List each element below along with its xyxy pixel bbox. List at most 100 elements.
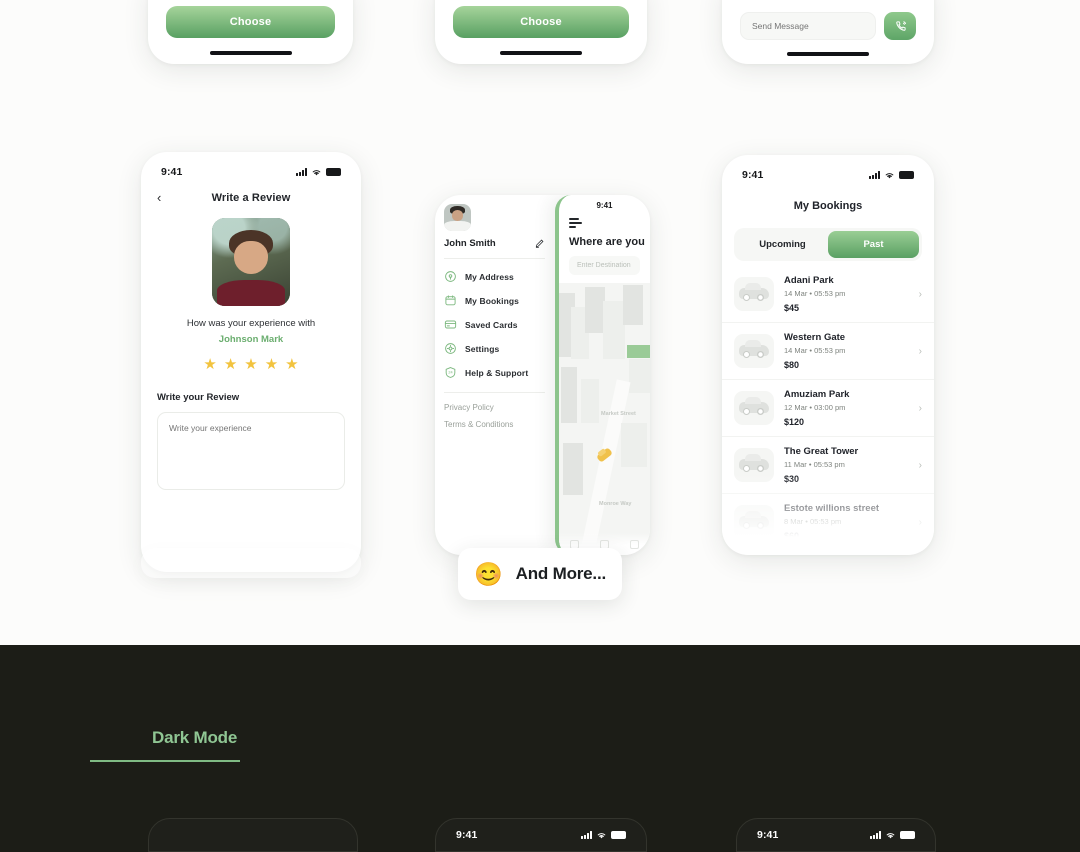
gear-icon	[445, 343, 456, 354]
review-header: ‹ Write a Review	[141, 183, 361, 204]
booking-name: Amuziam Park	[784, 389, 850, 400]
booking-price: $45	[784, 303, 800, 313]
menu-item-saved-cards[interactable]: Saved Cards	[444, 318, 555, 331]
map-status-time: 9:41	[596, 201, 613, 210]
home-indicator	[209, 51, 292, 55]
menu-item-help-support[interactable]: 24 Help & Support	[444, 366, 555, 379]
booking-price: $120	[784, 417, 805, 427]
home-indicator	[500, 51, 582, 55]
page-title: My Bookings	[793, 200, 863, 212]
status-time: 9:41	[161, 166, 183, 178]
chevron-right-icon[interactable]: ›	[919, 403, 922, 414]
stacked-card-shadow	[141, 548, 361, 578]
review-textarea[interactable]	[157, 412, 345, 490]
privacy-policy-link[interactable]: Privacy Policy	[444, 403, 555, 412]
status-time: 9:41	[742, 169, 764, 181]
menu-item-settings[interactable]: Settings	[444, 342, 555, 355]
hamburger-icon[interactable]	[569, 218, 582, 228]
menu-item-my-address[interactable]: My Address	[444, 270, 555, 283]
send-message-input[interactable]	[740, 12, 876, 40]
avatar[interactable]	[444, 204, 471, 231]
table-row[interactable]: Estote willions street 8 Mar • 05:53 pm …	[722, 494, 934, 551]
bookings-tab-toggle: Upcoming Past	[734, 228, 922, 261]
signal-icon	[869, 171, 880, 179]
star-icon[interactable]: ★	[265, 357, 278, 372]
choose-button[interactable]: Choose	[453, 6, 629, 38]
car-thumbnail	[734, 391, 774, 425]
status-bar: 9:41	[436, 819, 646, 841]
table-row[interactable]: The Great Tower 11 Mar • 05:53 pm $30 ›	[722, 437, 934, 494]
screenshot-stage: Choose Choose Premium Car White Color	[0, 0, 1080, 852]
choose-button[interactable]: Choose	[166, 6, 335, 38]
car-thumbnail	[734, 448, 774, 482]
map-title: Where are you	[569, 235, 645, 248]
battery-icon	[326, 168, 341, 176]
star-icon[interactable]: ★	[203, 357, 216, 372]
tab-upcoming[interactable]: Upcoming	[737, 231, 828, 258]
profile-tab-icon[interactable]	[630, 539, 640, 549]
review-question: How was your experience with	[186, 318, 316, 329]
wifi-icon	[597, 832, 606, 838]
terms-conditions-link[interactable]: Terms & Conditions	[444, 420, 555, 429]
divider	[444, 392, 545, 393]
and-more-label: And More...	[515, 564, 607, 583]
booking-meta: 14 Mar • 05:53 pm	[784, 346, 846, 355]
status-time: 9:41	[456, 829, 478, 841]
battery-icon	[899, 171, 914, 179]
destination-placeholder: Enter Destination	[577, 261, 631, 269]
menu-item-my-bookings[interactable]: My Bookings	[444, 294, 555, 307]
signal-icon	[870, 831, 881, 839]
menu-list: My Address My Bookings Saved Cards Setti…	[444, 270, 555, 379]
user-name: John Smith	[444, 238, 496, 249]
signal-icon	[581, 831, 592, 839]
top-phone-choose-1: Choose	[148, 0, 353, 64]
table-row[interactable]: Amuziam Park 12 Mar • 03:00 pm $120 ›	[722, 380, 934, 437]
status-bar: 9:41	[737, 819, 935, 841]
status-bar: 9:41	[722, 164, 934, 186]
divider	[444, 258, 545, 259]
car-thumbnail	[734, 334, 774, 368]
car-thumbnail	[734, 277, 774, 311]
battery-icon	[611, 831, 626, 839]
page-title: Write a Review	[211, 191, 291, 204]
star-rating[interactable]: ★ ★ ★ ★ ★	[141, 357, 361, 372]
top-phone-choose-2: Choose	[435, 0, 647, 64]
chevron-right-icon[interactable]: ›	[919, 517, 922, 528]
street-label: Monroe Way	[599, 501, 632, 507]
driver-name: Johnson Mark	[218, 334, 284, 345]
star-icon[interactable]: ★	[244, 357, 257, 372]
section-title: Dark Mode	[152, 728, 238, 747]
star-icon[interactable]: ★	[285, 357, 298, 372]
review-section-label: Write your Review	[157, 392, 240, 403]
menu-item-label: My Address	[465, 271, 514, 282]
chevron-right-icon[interactable]: ›	[919, 289, 922, 300]
menu-item-label: Help & Support	[465, 367, 529, 378]
tab-past[interactable]: Past	[828, 231, 919, 258]
booking-price: $60	[784, 531, 800, 541]
table-row[interactable]: Adani Park 14 Mar • 05:53 pm $45 ›	[722, 266, 934, 323]
wifi-icon	[886, 832, 895, 838]
star-icon[interactable]: ★	[224, 357, 237, 372]
wifi-icon	[885, 172, 894, 178]
status-time: 9:41	[757, 829, 779, 841]
svg-text:24: 24	[448, 371, 452, 375]
wifi-icon	[312, 169, 321, 175]
pencil-edit-icon[interactable]	[534, 238, 545, 249]
dark-phone-3: 9:41	[736, 818, 936, 852]
table-row[interactable]: Western Gate 14 Mar • 05:53 pm $80 ›	[722, 323, 934, 380]
booking-name: Western Gate	[784, 332, 846, 343]
dark-phone-1	[148, 818, 358, 852]
menu-item-label: Settings	[465, 343, 500, 354]
battery-icon	[900, 831, 915, 839]
signal-icon	[296, 168, 307, 176]
chevron-right-icon[interactable]: ›	[919, 346, 922, 357]
driver-photo	[212, 218, 290, 306]
underline-rule	[90, 760, 240, 762]
destination-search[interactable]: Enter Destination	[569, 255, 640, 275]
chevron-right-icon[interactable]: ›	[919, 460, 922, 471]
phone-call-icon	[895, 20, 906, 31]
home-indicator	[787, 52, 869, 56]
call-button[interactable]	[884, 12, 916, 40]
map-canvas[interactable]: Market Street Monroe Way	[559, 283, 650, 555]
booking-meta: 8 Mar • 05:53 pm	[784, 517, 842, 526]
